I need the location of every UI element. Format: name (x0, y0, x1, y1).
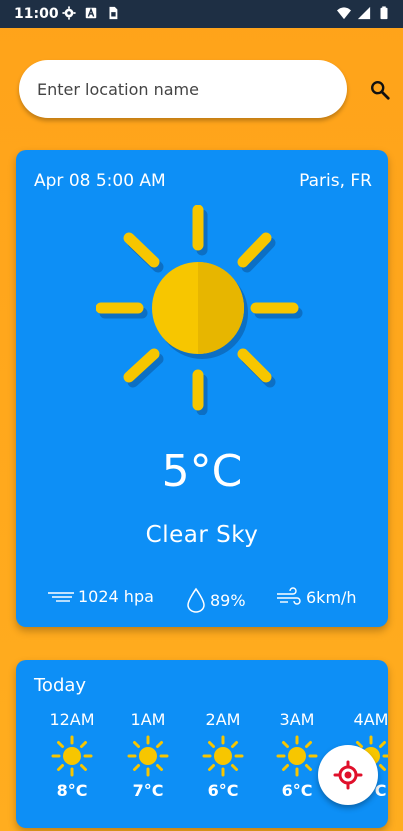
pressure-value: 1024 hpa (78, 587, 154, 606)
sun-icon (51, 735, 93, 777)
humidity-stat: 89% (186, 587, 246, 613)
hour-time: 12AM (49, 710, 95, 729)
date-time: Apr 08 5:00 AM (34, 171, 166, 191)
hour-temperature: 8°C (56, 781, 88, 800)
pressure-stat: 1024 hpa (48, 587, 154, 606)
battery-icon (380, 6, 388, 20)
search-input[interactable] (35, 78, 329, 100)
current-temperature: 5°C (161, 446, 243, 497)
sim-card-icon (109, 6, 118, 20)
hourly-forecast-card: Today 12AM 8°C 1AM 7°C 2AM 6°C 3AM 6°C 4… (16, 660, 388, 828)
hour-time: 2AM (205, 710, 241, 729)
search-icon (371, 81, 390, 100)
pressure-icon (48, 591, 74, 602)
status-bar: 11:00 (0, 0, 403, 28)
hour-item[interactable]: 12AM 8°C (35, 710, 109, 800)
signal-icon (357, 6, 371, 20)
hour-time: 3AM (279, 710, 315, 729)
sun-icon (127, 735, 169, 777)
location-name: Paris, FR (299, 171, 372, 191)
hour-item[interactable]: 2AM 6°C (186, 710, 260, 800)
wifi-icon (337, 7, 351, 20)
wind-value: 6km/h (306, 587, 357, 607)
hour-time: 1AM (130, 710, 166, 729)
water-drop-icon (187, 587, 205, 613)
wind-icon (277, 587, 301, 605)
hour-time: 4AM (353, 710, 388, 729)
today-title: Today (34, 675, 87, 696)
wind-stat: 6km/h (276, 587, 357, 607)
hour-item[interactable]: 1AM 7°C (111, 710, 185, 800)
hour-temperature: 7°C (132, 781, 164, 800)
crosshair-icon (333, 760, 363, 790)
search-button[interactable] (366, 76, 394, 104)
current-weather-card: Apr 08 5:00 AM Paris, FR 5°C Clear Sky 1… (16, 150, 388, 627)
status-time: 11:00 (14, 6, 59, 22)
weather-condition: Clear Sky (145, 522, 259, 548)
sun-icon (276, 735, 318, 777)
my-location-button[interactable] (318, 745, 378, 805)
hour-temperature: 6°C (207, 781, 239, 800)
humidity-value: 89% (210, 590, 246, 610)
gear-icon (62, 6, 76, 20)
a-badge-icon (85, 7, 97, 19)
search-field[interactable] (19, 60, 347, 118)
status-icons-left (62, 6, 120, 20)
sun-icon (96, 205, 303, 415)
status-icons-right (337, 6, 391, 20)
sun-icon (202, 735, 244, 777)
